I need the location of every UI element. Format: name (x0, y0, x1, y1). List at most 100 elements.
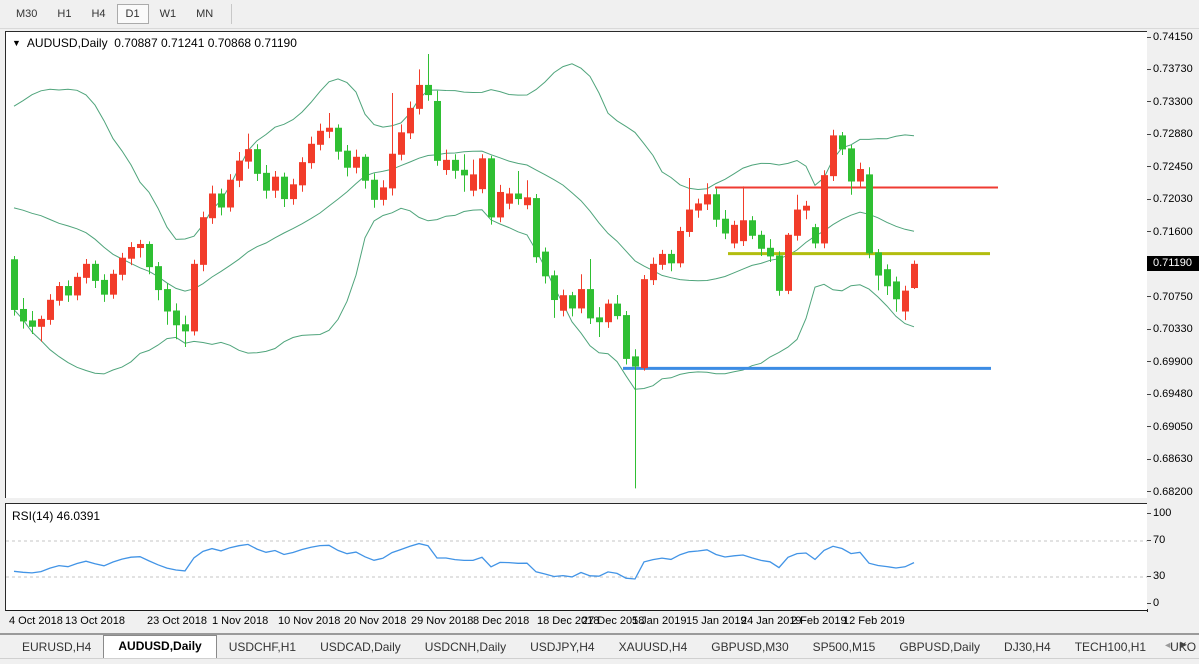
price-axis-label: 0.69050 (1153, 421, 1193, 433)
price-tick (1147, 101, 1151, 102)
chart-tab-xauusd-h4[interactable]: XAUUSD,H4 (607, 637, 700, 658)
candle (291, 179, 297, 205)
chart-tab-gbpusd-daily[interactable]: GBPUSD,Daily (887, 637, 992, 658)
chart-tab-eurusd-h4[interactable]: EURUSD,H4 (10, 637, 103, 658)
date-axis[interactable]: 4 Oct 201813 Oct 201823 Oct 20181 Nov 20… (5, 611, 1147, 633)
date-axis-label: 2 Feb 2019 (791, 615, 847, 627)
chart-tab-dj30-h4[interactable]: DJ30,H4 (992, 637, 1063, 658)
date-axis-label: 5 Jan 2019 (632, 615, 686, 627)
price-axis-label: 0.72880 (1153, 128, 1193, 140)
timeframe-button-h1[interactable]: H1 (48, 4, 80, 24)
candle (282, 173, 288, 207)
candle (804, 201, 810, 219)
candle (462, 154, 468, 191)
date-axis-label: 1 Nov 2018 (212, 615, 268, 627)
candle (147, 241, 153, 274)
rsi-indicator-pane[interactable] (5, 503, 1148, 612)
candle (210, 186, 216, 224)
price-axis-label: 0.72030 (1153, 193, 1193, 205)
candle (498, 185, 504, 222)
candle (912, 260, 918, 289)
candle (426, 54, 432, 101)
candle (597, 307, 603, 337)
candle (48, 294, 54, 325)
candle (831, 130, 837, 181)
candle (750, 216, 756, 239)
candle (102, 274, 108, 302)
candle (615, 295, 621, 319)
price-axis-label: 0.70750 (1153, 291, 1193, 303)
candle (867, 167, 873, 258)
chart-tab-usdcnh-daily[interactable]: USDCNH,Daily (413, 637, 518, 658)
timeframe-button-h4[interactable]: H4 (82, 4, 114, 24)
candle (435, 91, 441, 166)
candle (687, 178, 693, 237)
candle (624, 311, 630, 365)
price-tick (1147, 394, 1151, 395)
timeframe-button-w1[interactable]: W1 (151, 4, 186, 24)
candle (894, 277, 900, 312)
candle (561, 290, 567, 317)
date-axis-label: 12 Feb 2019 (843, 615, 905, 627)
candle (660, 250, 666, 270)
rsi-tick (1147, 576, 1151, 577)
chart-title: ▼ AUDUSD,Daily 0.70887 0.71241 0.70868 0.… (12, 36, 297, 50)
candle (255, 144, 261, 181)
date-axis-label: 8 Dec 2018 (473, 615, 529, 627)
timeframe-button-mn[interactable]: MN (187, 4, 222, 24)
candle (192, 260, 198, 336)
price-tick (1147, 134, 1151, 135)
timeframe-button-d1[interactable]: D1 (117, 4, 149, 24)
chart-tab-tech100-h1[interactable]: TECH100,H1 (1063, 637, 1158, 658)
date-axis-label: 4 Oct 2018 (9, 615, 63, 627)
chart-tab-usdchf-h1[interactable]: USDCHF,H1 (217, 637, 308, 658)
candle (651, 257, 657, 285)
symbol-dropdown-icon[interactable]: ▼ (12, 38, 21, 48)
candle (588, 259, 594, 324)
candle (93, 261, 99, 289)
candle (552, 270, 558, 317)
candle (840, 132, 846, 155)
chart-tab-usdjpy-h4[interactable]: USDJPY,H4 (518, 637, 606, 658)
chart-tab-bar: EURUSD,H4AUDUSD,DailyUSDCHF,H1USDCAD,Dai… (0, 636, 1199, 658)
tab-scroll-left-icon[interactable]: ◄ (1163, 640, 1178, 650)
candle (120, 253, 126, 281)
candle (714, 189, 720, 227)
candle (327, 113, 333, 138)
candlestick-chart[interactable] (6, 32, 1147, 498)
price-tick (1147, 459, 1151, 460)
chart-tab-audusd-daily[interactable]: AUDUSD,Daily (103, 635, 216, 658)
candle (156, 262, 162, 300)
price-axis-label: 0.69480 (1153, 388, 1193, 400)
tab-scroll-right-icon[interactable]: ► (1178, 639, 1195, 651)
candle (12, 256, 18, 316)
candle (138, 240, 144, 258)
candle (372, 173, 378, 207)
rsi-axis-label: 30 (1153, 570, 1165, 582)
date-axis-label: 10 Nov 2018 (278, 615, 340, 627)
candle (246, 134, 252, 169)
timeframe-button-m30[interactable]: M30 (7, 4, 46, 24)
candle (273, 171, 279, 198)
chart-title-symbol: AUDUSD,Daily (27, 36, 108, 50)
tab-scroll-arrows[interactable]: ◄► (1163, 639, 1195, 651)
candle (381, 180, 387, 205)
rsi-axis-label: 0 (1153, 597, 1159, 609)
price-axis-label: 0.72450 (1153, 161, 1193, 173)
candle (606, 300, 612, 328)
chart-title-ohlc: 0.70887 0.71241 0.70868 0.71190 (114, 36, 297, 50)
candle (795, 195, 801, 241)
price-tick (1147, 296, 1151, 297)
price-tick (1147, 166, 1151, 167)
main-chart-pane[interactable] (5, 31, 1148, 499)
candle (363, 154, 369, 188)
toolbar-separator (231, 4, 232, 24)
candle (390, 93, 396, 195)
chart-tab-gbpusd-m30[interactable]: GBPUSD,M30 (699, 637, 800, 658)
chart-tab-usdcad-daily[interactable]: USDCAD,Daily (308, 637, 413, 658)
price-scale[interactable]: 0.741500.737300.733000.728800.724500.720… (1147, 31, 1199, 609)
chart-tab-sp500-m15[interactable]: SP500,M15 (801, 637, 888, 658)
candle (165, 283, 171, 324)
candle (66, 280, 72, 301)
candle (633, 349, 639, 488)
